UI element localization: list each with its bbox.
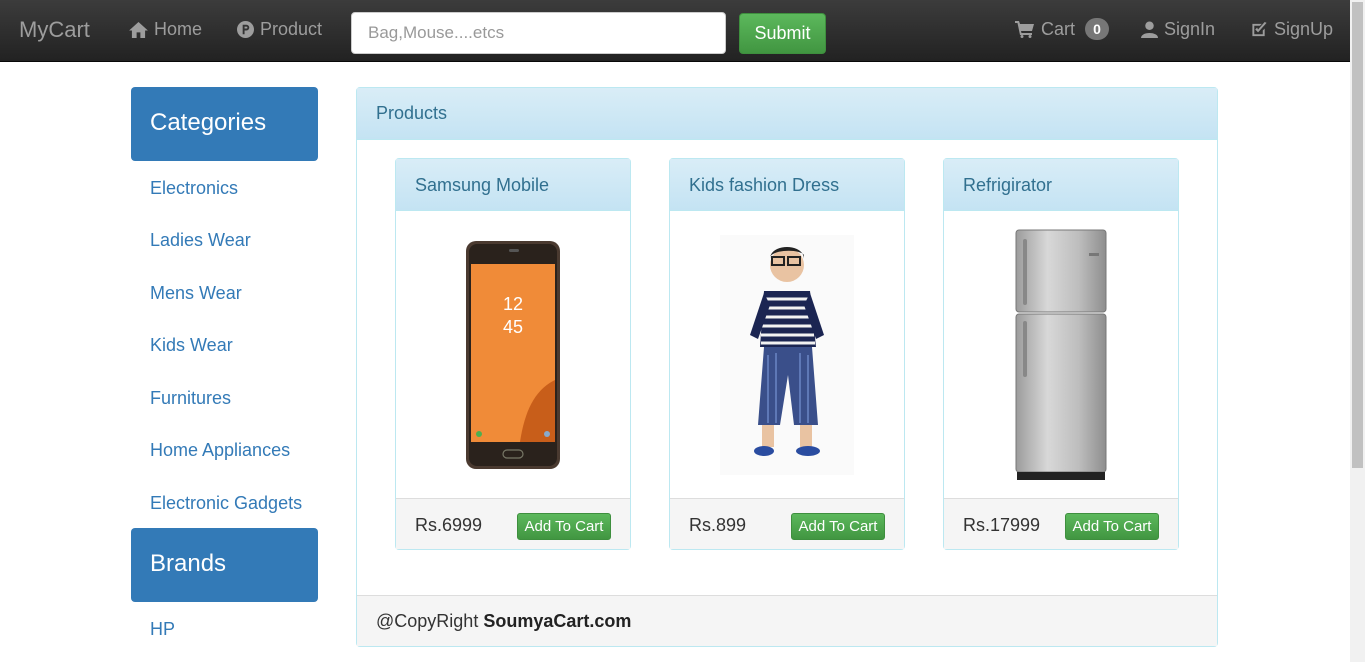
nav-signin-label: SignIn bbox=[1164, 19, 1216, 39]
kid-image bbox=[720, 234, 854, 475]
product-title: Refrigirator bbox=[944, 159, 1178, 211]
nav-cart-label: Cart bbox=[1041, 18, 1076, 39]
copyright-site: SoumyaCart.com bbox=[483, 611, 632, 631]
product-footer: Rs.17999 Add To Cart bbox=[944, 498, 1178, 549]
nav-product[interactable]: Product bbox=[237, 19, 322, 40]
product-card: Samsung Mobile 12 45 Rs.6999 Add To Cart bbox=[395, 158, 631, 550]
check-square-icon bbox=[1252, 21, 1267, 37]
phone-image: 12 45 bbox=[466, 240, 560, 469]
product-title: Kids fashion Dress bbox=[670, 159, 904, 211]
product-price: Rs.6999 bbox=[415, 515, 483, 535]
product-icon bbox=[237, 21, 254, 38]
brand-logo[interactable]: MyCart bbox=[19, 17, 90, 43]
category-mens-wear[interactable]: Mens Wear bbox=[150, 283, 242, 304]
nav-signin[interactable]: SignIn bbox=[1141, 19, 1215, 40]
nav-signup[interactable]: SignUp bbox=[1250, 19, 1333, 40]
brands-heading: Brands bbox=[131, 528, 318, 602]
cart-icon bbox=[1015, 21, 1034, 38]
submit-button[interactable]: Submit bbox=[739, 13, 826, 54]
product-title: Samsung Mobile bbox=[396, 159, 630, 211]
scrollbar-thumb[interactable] bbox=[1352, 2, 1363, 468]
page-footer: @CopyRight SoumyaCart.com bbox=[357, 595, 1217, 646]
nav-home-label: Home bbox=[154, 19, 203, 39]
product-price: Rs.17999 bbox=[963, 515, 1041, 535]
category-furnitures[interactable]: Furnitures bbox=[150, 388, 231, 409]
svg-text:12: 12 bbox=[503, 294, 523, 314]
product-footer: Rs.6999 Add To Cart bbox=[396, 498, 630, 549]
add-to-cart-button[interactable]: Add To Cart bbox=[791, 513, 885, 540]
category-electronic-gadgets[interactable]: Electronic Gadgets bbox=[150, 493, 302, 514]
add-to-cart-button[interactable]: Add To Cart bbox=[517, 513, 611, 540]
categories-heading: Categories bbox=[131, 87, 318, 161]
product-image-fridge[interactable] bbox=[944, 211, 1178, 498]
product-card: Refrigirator Rs.17999 Add To Cart bbox=[943, 158, 1179, 550]
search-input[interactable] bbox=[351, 12, 726, 54]
products-panel: Products Samsung Mobile 12 45 Rs.6999 Ad… bbox=[356, 87, 1218, 647]
product-footer: Rs.899 Add To Cart bbox=[670, 498, 904, 549]
page-scrollbar[interactable] bbox=[1350, 0, 1365, 662]
user-icon bbox=[1141, 21, 1158, 38]
product-card: Kids fashion Dress Rs.899 Add To Cart bbox=[669, 158, 905, 550]
nav-home[interactable]: Home bbox=[129, 19, 202, 40]
category-home-appliances[interactable]: Home Appliances bbox=[150, 440, 290, 461]
product-image-phone[interactable]: 12 45 bbox=[396, 211, 630, 498]
top-navbar: MyCart Home Product Submit Cart 0 SignIn bbox=[0, 0, 1350, 62]
nav-cart[interactable]: Cart 0 bbox=[1015, 18, 1110, 40]
svg-text:45: 45 bbox=[503, 317, 523, 337]
nav-signup-label: SignUp bbox=[1274, 19, 1334, 39]
home-icon bbox=[129, 21, 148, 38]
products-panel-title: Products bbox=[357, 88, 1217, 140]
category-ladies-wear[interactable]: Ladies Wear bbox=[150, 230, 251, 251]
category-electronics[interactable]: Electronics bbox=[150, 178, 238, 199]
cart-count-badge: 0 bbox=[1085, 18, 1110, 40]
copyright-text: @CopyRight bbox=[376, 611, 479, 631]
brand-hp[interactable]: HP bbox=[150, 619, 175, 640]
fridge-image bbox=[1015, 229, 1107, 480]
product-price: Rs.899 bbox=[689, 515, 747, 535]
add-to-cart-button[interactable]: Add To Cart bbox=[1065, 513, 1159, 540]
category-kids-wear[interactable]: Kids Wear bbox=[150, 335, 233, 356]
nav-product-label: Product bbox=[260, 19, 323, 39]
product-image-dress[interactable] bbox=[670, 211, 904, 498]
